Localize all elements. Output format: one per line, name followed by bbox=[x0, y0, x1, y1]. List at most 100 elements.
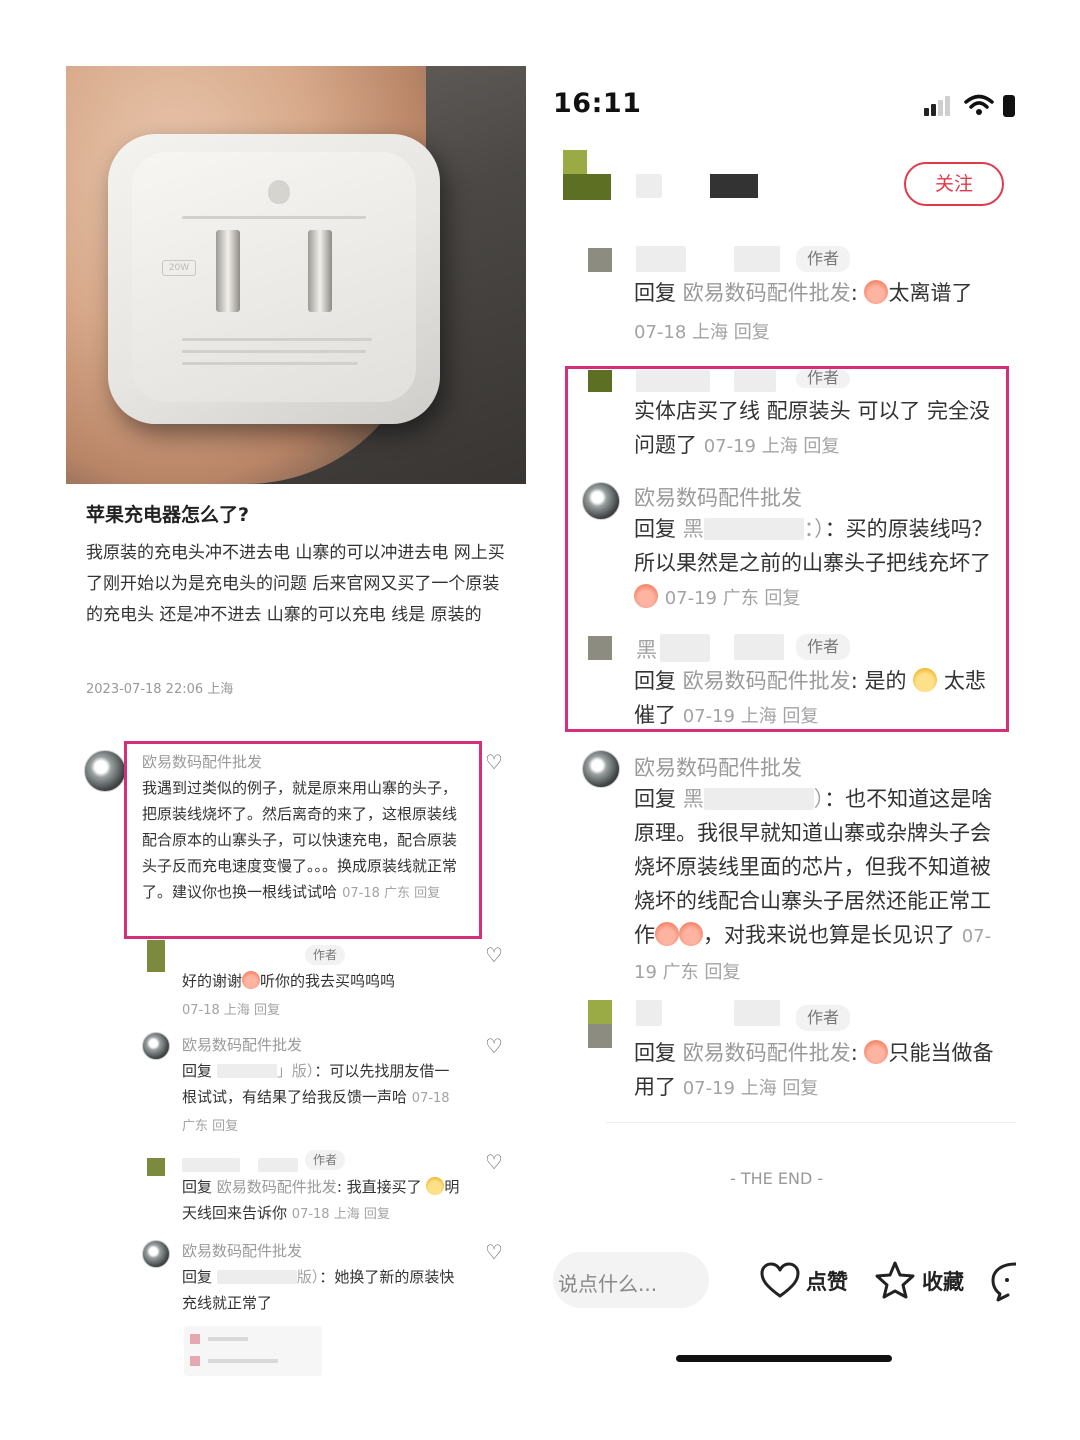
reply-prefix: 回复 bbox=[182, 1062, 213, 1080]
reply-screenshot-thumbnail[interactable] bbox=[184, 1326, 322, 1376]
comment-meta[interactable]: 07-19 上海 回复 bbox=[704, 436, 840, 457]
masked-username bbox=[636, 1000, 662, 1026]
thumb-line bbox=[208, 1337, 248, 1341]
avatar[interactable] bbox=[588, 1000, 612, 1024]
engraving-line bbox=[182, 350, 366, 353]
comment-meta[interactable]: 07-19 广东 回复 bbox=[665, 588, 801, 609]
avatar[interactable] bbox=[588, 248, 612, 272]
reply-to-name[interactable]: 欧易数码配件批发 bbox=[683, 669, 851, 693]
crying-emoji-icon bbox=[679, 922, 703, 946]
post-meta: 2023-07-18 22:06 上海 bbox=[86, 682, 234, 697]
sad-emoji-icon bbox=[913, 668, 938, 692]
avatar[interactable] bbox=[147, 1158, 165, 1176]
comment-text: 太离谱了 bbox=[888, 281, 973, 305]
comment-body: 我遇到过类似的例子，就是原来用山寨的头子，把原装线烧坏了。然后离奇的来了，这根原… bbox=[142, 775, 468, 905]
avatar[interactable] bbox=[147, 940, 165, 972]
masked-username bbox=[703, 518, 804, 540]
charger-shape: 20W bbox=[108, 134, 440, 424]
comment-meta[interactable]: 07-19 上海 回复 bbox=[683, 1078, 819, 1099]
signal-icon bbox=[924, 94, 956, 116]
avatar[interactable] bbox=[588, 370, 612, 392]
masked-username bbox=[636, 246, 686, 272]
masked-username bbox=[710, 174, 758, 198]
author-badge: 作者 bbox=[796, 1005, 850, 1031]
prong-left bbox=[216, 230, 240, 312]
wattage-label: 20W bbox=[162, 260, 196, 276]
comment-text: 好的谢谢 bbox=[182, 972, 243, 990]
avatar[interactable] bbox=[84, 750, 126, 792]
like-heart-icon[interactable]: ♡ bbox=[485, 1036, 503, 1056]
masked-username bbox=[216, 1270, 297, 1284]
avatar[interactable] bbox=[563, 150, 587, 174]
comment-meta[interactable]: 07-18 上海 回复 bbox=[292, 1207, 390, 1222]
comment-body: 实体店买了线 配原装头 可以了 完全没问题了 07-19 上海 回复 bbox=[634, 394, 994, 464]
comment-body: 回复 欧易数码配件批发: 只能当做备用了 07-19 上海 回复 bbox=[634, 1040, 994, 1099]
home-indicator bbox=[676, 1355, 892, 1362]
comment-meta[interactable]: 07-18 上海 回复 bbox=[182, 999, 280, 1018]
thumb-line bbox=[208, 1359, 278, 1363]
avatar[interactable] bbox=[582, 750, 620, 788]
author-badge: 作者 bbox=[796, 634, 850, 660]
reply-prefix: 回复 bbox=[634, 281, 676, 305]
avatar[interactable] bbox=[142, 1240, 170, 1268]
avatar[interactable] bbox=[142, 1032, 170, 1060]
masked-head: 黑 bbox=[682, 787, 704, 811]
like-heart-icon[interactable]: ♡ bbox=[485, 945, 503, 965]
author-badge: 作者 bbox=[796, 246, 850, 272]
reply-prefix: 回复 bbox=[182, 1268, 213, 1286]
masked-username bbox=[660, 634, 710, 662]
commenter-name[interactable]: 欧易数码配件批发 bbox=[142, 751, 262, 772]
avatar[interactable] bbox=[563, 174, 611, 200]
masked-username bbox=[703, 788, 814, 810]
follow-button[interactable]: 关注 bbox=[904, 162, 1004, 206]
smiling-emoji-icon bbox=[426, 1177, 445, 1195]
masked-head: 黑 bbox=[636, 638, 657, 662]
like-heart-icon[interactable] bbox=[760, 1262, 800, 1300]
prong-right bbox=[308, 230, 332, 312]
reply-to-name[interactable]: 欧易数码配件批发 bbox=[217, 1178, 337, 1196]
reply-to-name[interactable]: 欧易数码配件批发 bbox=[683, 281, 851, 305]
comment-text: : 我直接买了 bbox=[336, 1178, 422, 1196]
comment-meta[interactable]: 07-18 上海 回复 bbox=[634, 318, 770, 344]
comment-meta[interactable]: 07-18 广东 回复 bbox=[342, 886, 440, 901]
engraving-line bbox=[182, 362, 358, 365]
comment-bubble-icon[interactable] bbox=[990, 1260, 1016, 1302]
commenter-name[interactable]: 欧易数码配件批发 bbox=[182, 1034, 302, 1055]
avatar[interactable] bbox=[582, 482, 620, 520]
comment-body: 回复 欧易数码配件批发: 我直接买了 明天线回来告诉你 07-18 上海 回复 bbox=[182, 1174, 464, 1228]
engraving-line bbox=[182, 338, 372, 341]
reply-to-name[interactable]: 欧易数码配件批发 bbox=[683, 1041, 851, 1065]
engraving-line bbox=[182, 216, 366, 219]
commenter-name[interactable]: 欧易数码配件批发 bbox=[634, 752, 802, 782]
commenter-name[interactable]: 欧易数码配件批发 bbox=[634, 482, 802, 512]
like-heart-icon[interactable]: ♡ bbox=[485, 1152, 503, 1172]
comment-body: 回复 黑）：也不知道这是啥原理。我很早就知道山寨或杂牌头子会烧坏原装线里面的芯片… bbox=[634, 782, 998, 990]
like-heart-icon[interactable]: ♡ bbox=[485, 1242, 503, 1262]
masked-username bbox=[734, 1000, 780, 1026]
thumb-avatar bbox=[190, 1356, 200, 1366]
collect-star-icon[interactable] bbox=[874, 1260, 916, 1300]
reply-prefix: 回复 bbox=[634, 787, 676, 811]
charger-face: 20W bbox=[132, 152, 416, 402]
like-button-label[interactable]: 点赞 bbox=[806, 1266, 848, 1296]
comment-input-placeholder[interactable]: 说点什么... bbox=[558, 1268, 657, 1297]
reply-prefix: 回复 bbox=[634, 1041, 676, 1065]
avatar[interactable] bbox=[588, 636, 612, 660]
masked-username bbox=[734, 370, 776, 392]
reply-prefix: 回复 bbox=[634, 669, 676, 693]
like-heart-icon[interactable]: ♡ bbox=[485, 752, 503, 772]
post-image[interactable]: 20W bbox=[66, 66, 526, 484]
collect-button-label[interactable]: 收藏 bbox=[922, 1266, 964, 1296]
commenter-name[interactable]: 欧易数码配件批发 bbox=[182, 1240, 302, 1261]
status-time: 16:11 bbox=[553, 88, 642, 119]
comment-meta[interactable]: 07-19 上海 回复 bbox=[683, 706, 819, 727]
masked-username bbox=[734, 634, 784, 660]
masked-username bbox=[636, 174, 662, 198]
masked-username bbox=[182, 1158, 240, 1172]
crying-emoji-icon bbox=[242, 971, 261, 989]
avatar[interactable] bbox=[588, 1024, 612, 1048]
reply-prefix: 回复 bbox=[634, 517, 676, 541]
masked-username bbox=[216, 1064, 277, 1078]
the-end-label: - THE END - bbox=[730, 1169, 824, 1188]
masked-tail: 版） bbox=[296, 1268, 320, 1286]
